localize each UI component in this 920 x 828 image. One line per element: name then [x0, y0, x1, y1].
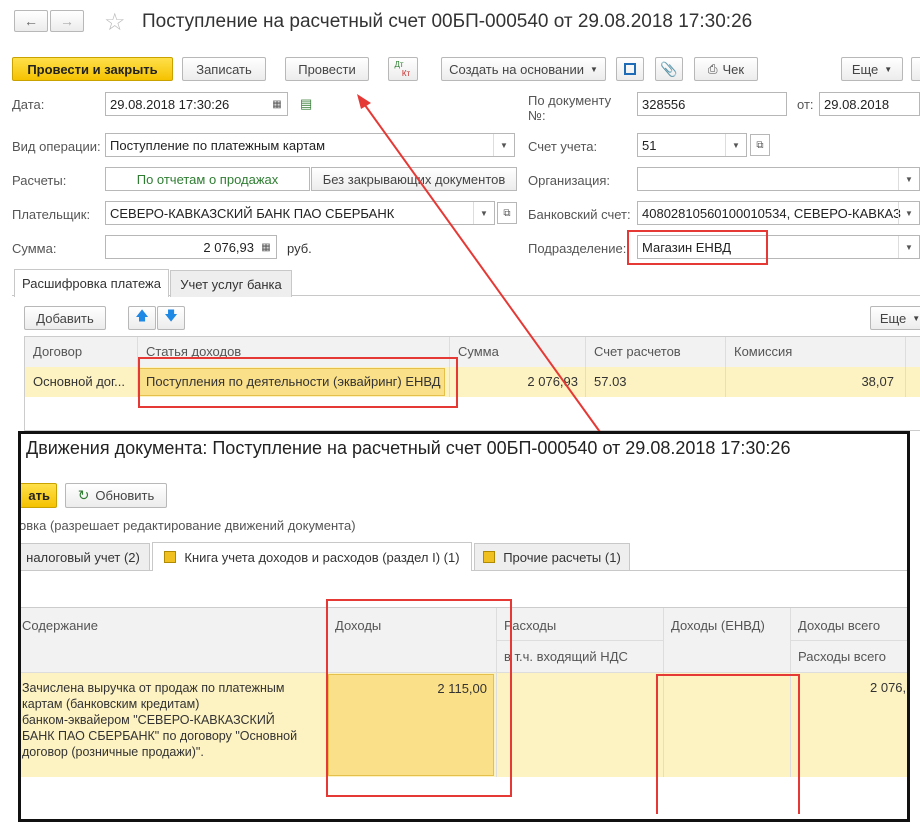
- content-line: БАНК ПАО СБЕРБАНК" по договору "Основной: [22, 729, 298, 743]
- header-subdivider: [496, 640, 663, 641]
- tab-tax-accounting-label: налоговый учет (2): [26, 549, 140, 565]
- header-expenses-total: Расходы всего: [798, 649, 886, 664]
- movements-window: Движения документа: Поступление на расче…: [18, 431, 910, 822]
- cell-content: Зачислена выручка от продаж по платежным…: [22, 680, 297, 760]
- ledger-icon: [164, 551, 177, 563]
- header-subdivider: [790, 640, 907, 641]
- manual-edit-note: овка (разрешает редактирование движений …: [19, 518, 356, 533]
- write-and-close-button[interactable]: ать: [21, 483, 57, 508]
- content-line: договор (розничные продажи)".: [22, 745, 204, 759]
- refresh-button[interactable]: ↻ Обновить: [65, 483, 167, 508]
- ledger-icon: [483, 551, 496, 563]
- header-income-envd: Доходы (ЕНВД): [671, 618, 765, 633]
- movements-title: Движения документа: Поступление на расче…: [26, 438, 791, 458]
- tab-income-expense-book-label: Книга учета доходов и расходов (раздел I…: [184, 549, 460, 565]
- header-incl-vat: в т.ч. входящий НДС: [504, 649, 628, 664]
- cell-income-total: 2 076,: [870, 680, 907, 695]
- content-line: Зачислена выручка от продаж по платежным: [22, 681, 285, 695]
- tab-income-expense-book[interactable]: Книга учета доходов и расходов (раздел I…: [152, 542, 472, 571]
- income-annotation-box: [326, 599, 512, 797]
- tab-other-settlements[interactable]: Прочие расчеты (1): [474, 543, 630, 570]
- refresh-label: Обновить: [95, 488, 155, 503]
- content-line: картам (банковским кредитам): [22, 697, 200, 711]
- tab-other-settlements-label: Прочие расчеты (1): [503, 549, 621, 565]
- header-content: Содержание: [22, 618, 98, 633]
- header-income-total: Доходы всего: [798, 618, 881, 633]
- content-line: банком-эквайером "СЕВЕРО-КАВКАЗСКИЙ: [22, 713, 275, 727]
- tab-tax-accounting[interactable]: налоговый учет (2): [21, 543, 150, 570]
- income-envd-annotation-box: [656, 674, 800, 814]
- refresh-icon: ↻: [77, 487, 90, 503]
